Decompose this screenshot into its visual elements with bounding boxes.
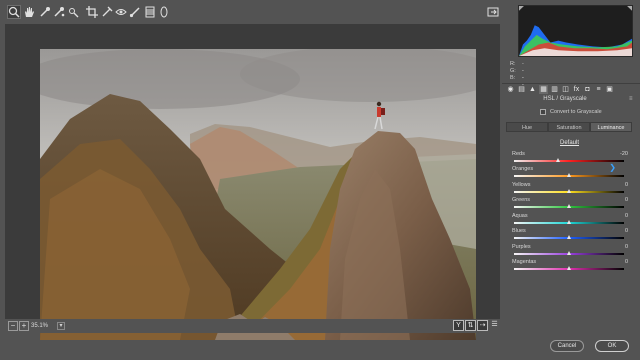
white-balance-icon[interactable] [38,5,52,19]
slider-thumb[interactable] [566,220,571,224]
slider-label: Oranges [512,166,534,172]
zoom-icon[interactable] [7,5,21,19]
slider-label: Blues [512,228,526,234]
hsl-tabs: Hue Saturation Luminance [506,122,632,132]
red-eye-icon[interactable] [114,5,128,19]
basic-panel-icon[interactable]: ◉ [506,85,515,94]
tab-luminance[interactable]: Luminance [590,122,632,132]
slider-label: Greens [512,197,531,203]
convert-grayscale-row[interactable]: Convert to Grayscale [540,108,602,116]
slider-label: Magentas [512,259,537,265]
g-readout: G: --- [510,68,524,88]
zoom-dropdown-icon[interactable]: ▾ [57,322,65,330]
fx-icon[interactable]: fx [572,85,581,94]
slider-value[interactable]: 0 [625,197,628,204]
panel-tabs-toolbar: ◉ ▤ ▲ ▦ ▥ ◫ fx ◘ ≡ ▣ [506,85,636,95]
preferences-icon[interactable] [486,5,500,19]
slider-purples[interactable]: Purples 0 [512,244,628,258]
cursor-icon: ❯ [609,163,616,172]
radial-filter-icon[interactable] [157,5,171,19]
slider-thumb[interactable] [566,235,571,239]
slider-aquas[interactable]: Aquas 0 [512,213,628,227]
slider-value[interactable]: -20 [620,151,628,158]
image-canvas[interactable] [5,24,500,340]
hand-icon[interactable] [22,5,36,19]
slider-thumb[interactable] [555,158,560,162]
slider-greens[interactable]: Greens 0 [512,197,628,211]
convert-grayscale-label: Convert to Grayscale [550,109,602,115]
slider-value[interactable]: 0 [625,244,628,251]
slider-thumb[interactable] [566,189,571,193]
zoom-in-button[interactable]: + [19,321,29,331]
convert-grayscale-checkbox[interactable] [540,109,546,115]
status-bar: − + 35.1% ▾ Y ⇅ ⇢ ☰ [5,319,500,333]
ok-button[interactable]: OK [595,340,629,352]
b-readout: B: --- [510,75,524,95]
slider-value[interactable]: 0 [625,228,628,235]
panel-menu-icon[interactable]: ≡ [629,96,633,102]
slider-value[interactable]: 0 [625,182,628,189]
settings-toggle-icon[interactable]: ☰ [489,320,500,331]
graduated-filter-icon[interactable] [143,5,157,19]
slider-track[interactable] [514,160,624,162]
r-readout: R: --- [510,61,524,81]
slider-value[interactable]: 0 [625,259,628,266]
slider-thumb[interactable] [566,173,571,177]
default-link[interactable]: Default [560,139,579,147]
tone-curve-icon[interactable]: ▤ [517,85,526,94]
slider-label: Yellows [512,182,531,188]
slider-thumb[interactable] [566,204,571,208]
adjustment-panel: R: --- G: --- B: --- ◉ ▤ ▲ ▦ ▥ ◫ fx ◘ ≡ ▣ H… [502,0,640,360]
spot-removal-icon[interactable] [100,5,114,19]
histogram [518,5,633,57]
snapshots-icon[interactable]: ▣ [605,85,614,94]
slider-label: Reds [512,151,525,157]
slider-blues[interactable]: Blues 0 [512,228,628,242]
hsl-panel-icon[interactable]: ▦ [539,85,548,94]
photo-preview [40,49,476,340]
tab-hue[interactable]: Hue [506,122,548,132]
slider-oranges[interactable]: Oranges ❯ [512,163,628,180]
presets-icon[interactable]: ≡ [594,85,603,94]
adjustment-brush-icon[interactable] [128,5,142,19]
color-sampler-icon[interactable] [52,5,66,19]
slider-yellows[interactable]: Yellows 0 [512,182,628,196]
before-after-y-icon[interactable]: Y [453,320,464,331]
lens-icon[interactable]: ◫ [561,85,570,94]
slider-magentas[interactable]: Magentas 0 [512,259,628,273]
copy-settings-icon[interactable]: ⇢ [477,320,488,331]
zoom-level[interactable]: 35.1% [31,320,48,332]
crop-icon[interactable] [85,5,99,19]
targeted-adjustment-icon[interactable] [66,5,80,19]
panel-title: HSL / Grayscale [543,96,587,102]
slider-value[interactable]: 0 [625,213,628,220]
tab-saturation[interactable]: Saturation [548,122,590,132]
slider-thumb[interactable] [566,251,571,255]
split-toning-icon[interactable]: ▥ [550,85,559,94]
camera-calibration-icon[interactable]: ◘ [583,85,592,94]
cancel-button[interactable]: Cancel [550,340,584,352]
slider-label: Aquas [512,213,528,219]
swap-icon[interactable]: ⇅ [465,320,476,331]
slider-thumb[interactable] [566,266,571,270]
detail-icon[interactable]: ▲ [528,85,537,94]
slider-label: Purples [512,244,531,250]
divider [502,83,640,84]
zoom-out-button[interactable]: − [8,321,18,331]
